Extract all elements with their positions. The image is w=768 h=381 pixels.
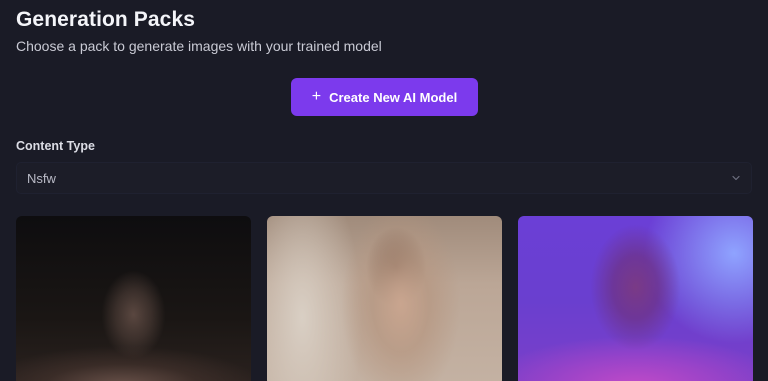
create-new-ai-model-button[interactable]: + Create New AI Model — [291, 78, 478, 116]
chevron-down-icon — [731, 173, 741, 183]
page-subtitle: Choose a pack to generate images with yo… — [16, 38, 382, 54]
pack-thumbnail — [16, 216, 251, 381]
pack-thumbnail — [518, 216, 753, 381]
pack-card[interactable] — [267, 216, 502, 381]
plus-icon: + — [311, 88, 322, 105]
page-title: Generation Packs — [16, 8, 196, 31]
content-type-selected-value: Nsfw — [27, 170, 56, 186]
pack-card[interactable] — [518, 216, 753, 381]
create-button-label: Create New AI Model — [329, 89, 458, 105]
pack-card[interactable] — [16, 216, 251, 381]
pack-grid — [16, 216, 753, 381]
pack-thumbnail — [267, 216, 502, 381]
generation-packs-page: Generation Packs Choose a pack to genera… — [0, 0, 768, 381]
content-type-label: Content Type — [16, 139, 95, 153]
content-type-select[interactable]: Nsfw — [16, 162, 752, 194]
